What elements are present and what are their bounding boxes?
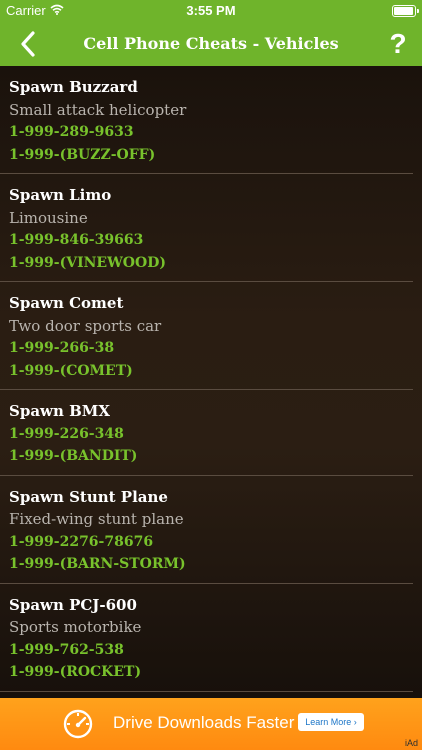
ad-text: Drive Downloads Faster	[113, 713, 295, 732]
item-description: Two door sports car	[9, 316, 162, 335]
item-title: Spawn BMX	[9, 402, 111, 420]
item-code: 1-999-226-348	[9, 425, 124, 442]
page-title: Cell Phone Cheats - Vehicles	[83, 34, 339, 53]
speedometer-icon	[63, 709, 93, 739]
list-item[interactable]: Spawn Buzzard Small attack helicopter 1-99…	[0, 66, 413, 174]
item-code: 1-999-846-39663	[9, 232, 144, 248]
list-item[interactable]: Spawn Limo Limousine 1-999-846-39663 1-999-…	[0, 174, 413, 282]
back-button[interactable]	[12, 28, 44, 60]
ad-banner[interactable]: Drive Downloads Faster Learn More › iAd	[0, 698, 422, 750]
list-item[interactable]: Spawn PCJ-600 Sports motorbike 1-999-762-5…	[0, 584, 413, 692]
learn-more-label: Learn More	[305, 717, 352, 727]
item-title: Spawn Stunt Plane	[9, 487, 168, 506]
item-alpha-code: 1-999-(COMET)	[9, 362, 133, 379]
item-code: 1-999-289-9633	[9, 124, 134, 140]
item-title: Spawn Comet	[9, 294, 124, 312]
cheat-list-items: Spawn Buzzard Small attack helicopter 1-99…	[0, 66, 422, 698]
list-item[interactable]: Spawn Comet Two door sports car 1-999-266-…	[0, 282, 413, 390]
item-alpha-code: 1-999-(BUZZ-OFF)	[9, 146, 156, 163]
nav-bar: Cell Phone Cheats - Vehicles ?	[0, 22, 422, 66]
list-item[interactable]: Spawn BMX 1-999-226-348 1-999-(BANDIT)	[0, 390, 413, 476]
item-description: Sports motorbike	[9, 618, 142, 636]
cheat-list[interactable]: Spawn Buzzard Small attack helicopter 1-99…	[0, 66, 422, 698]
chevron-left-icon	[21, 31, 35, 57]
learn-more-button[interactable]: Learn More ›	[298, 713, 364, 731]
item-title: Spawn Limo	[9, 186, 112, 204]
battery-icon	[392, 5, 419, 17]
item-code: 1-999-762-538	[9, 641, 124, 658]
chevron-right-icon: ›	[353, 717, 357, 727]
item-alpha-code: 1-999-(BANDIT)	[9, 448, 138, 464]
item-description: Small attack helicopter	[9, 100, 187, 119]
item-code: 1-999-2276-78676	[9, 533, 154, 550]
status-bar: Carrier 3:55 PM	[0, 0, 422, 22]
status-time: 3:55 PM	[186, 3, 236, 18]
item-title: Spawn Buzzard	[9, 78, 138, 96]
item-alpha-code: 1-999-(VINEWOOD)	[9, 254, 166, 271]
help-button[interactable]: ?	[386, 26, 410, 62]
item-description: Fixed-wing stunt plane	[9, 510, 184, 528]
list-item[interactable]: Spawn Stunt Plane Fixed-wing stunt plane 1…	[0, 476, 413, 584]
iad-label: iAd	[404, 738, 418, 748]
item-code: 1-999-266-38	[9, 340, 115, 356]
item-description: Limousine	[9, 208, 88, 227]
item-alpha-code: 1-999-(BARN-STORM)	[9, 556, 186, 572]
item-title: Spawn PCJ-600	[9, 595, 137, 614]
item-alpha-code: 1-999-(ROCKET)	[9, 664, 142, 680]
